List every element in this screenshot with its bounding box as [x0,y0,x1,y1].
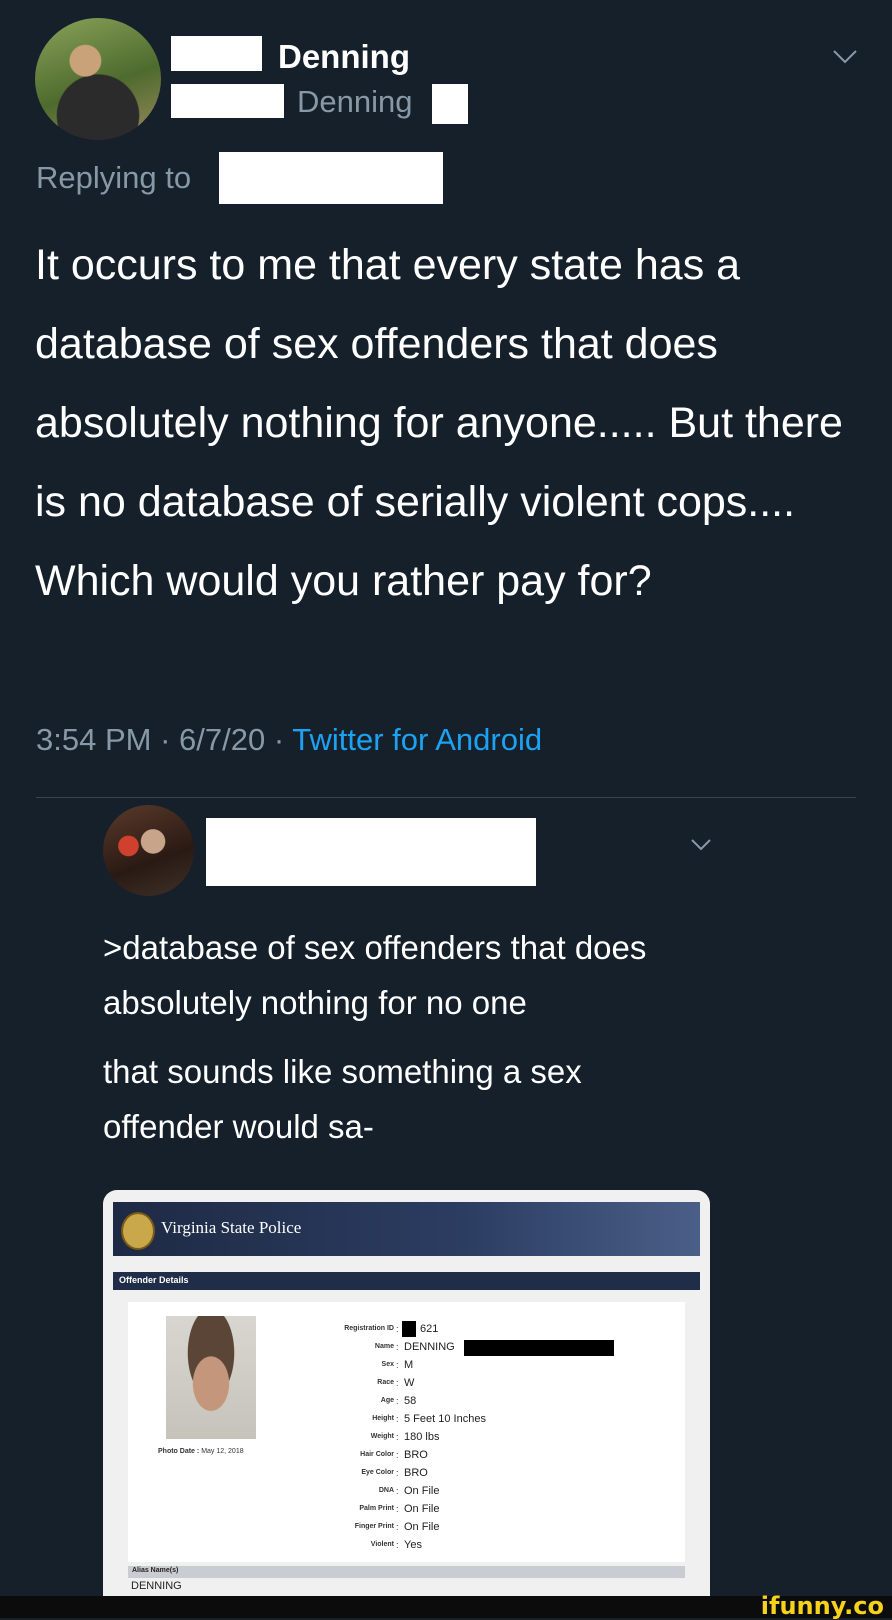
field-value: BRO [404,1467,428,1479]
field-label: Age [380,1397,394,1404]
tweet-text: It occurs to me that every state has a d… [35,241,843,605]
field-row: Palm Print: On File [278,1500,486,1518]
vsp-header: Virginia State Police [113,1202,700,1256]
meta-separator: · [273,722,285,757]
field-value: M [404,1359,414,1371]
replying-to-label: Replying to [36,160,192,195]
redaction-box [171,84,284,118]
redaction-box [432,84,468,124]
field-row: Eye Color: BRO [278,1464,486,1482]
field-value: Yes [404,1539,422,1551]
alias-value: DENNING [131,1580,182,1592]
field-row: DNA: On File [278,1482,486,1500]
field-row: Age:58 [278,1392,486,1410]
photo-date-label: Photo Date : [158,1448,200,1455]
reply-text-line: >database of sex offenders that does abs… [103,929,647,1021]
alias-bar: Alias Name(s) [128,1566,685,1578]
offender-fields: Registration ID:621 Name: DENNING Sex: M R… [278,1320,486,1554]
field-row: Sex: M [278,1356,486,1374]
field-value: On File [404,1503,440,1515]
field-label: Hair Color [360,1451,394,1458]
field-label: Name [374,1343,394,1350]
author-handle[interactable]: Denning [297,84,412,120]
field-row: Race: W [278,1374,486,1392]
field-value: On File [404,1485,440,1497]
field-label: DNA [378,1487,394,1494]
attached-image[interactable]: Virginia State Police Offender Details P… [103,1190,710,1600]
field-label: Weight [370,1433,394,1440]
offender-panel: Photo Date : May 12, 2018 Registration I… [128,1302,685,1562]
redaction-box [171,36,262,71]
field-label: Finger Print [354,1523,394,1530]
field-row: Weight:180 lbs [278,1428,486,1446]
offender-details-label: Offender Details [119,1275,189,1285]
mugshot-photo [166,1316,256,1439]
field-row: Hair Color: BRO [278,1446,486,1464]
divider [36,797,856,798]
field-row: Violent: Yes [278,1536,486,1554]
reply-author-avatar[interactable] [103,805,194,896]
tweet-meta: 3:54 PM · 6/7/20 · Twitter for Android [36,722,542,758]
field-row: Height:5 Feet 10 Inches [278,1410,486,1428]
redaction-box [206,818,536,886]
author-display-name[interactable]: Denning [278,38,410,76]
tweet-source-link[interactable]: Twitter for Android [292,722,542,757]
field-label: Violent [370,1541,394,1548]
footer-bar: ifunny.co [0,1592,892,1620]
field-label: Height [372,1415,394,1422]
field-value: On File [404,1521,440,1533]
field-label: Sex [381,1361,394,1368]
field-label: Palm Print [359,1505,394,1512]
photo-date-value: May 12, 2018 [201,1448,244,1455]
watermark: ifunny.co [760,1592,884,1620]
field-row: Registration ID:621 [278,1320,486,1338]
field-value: DENNING [404,1341,455,1353]
tweet-date: 6/7/20 [179,722,266,757]
meta-separator: · [160,722,171,757]
alias-label: Alias Name(s) [132,1567,179,1574]
field-value: 180 lbs [404,1431,440,1443]
vsp-title: Virginia State Police [161,1218,302,1237]
police-badge-icon [121,1212,155,1250]
tweet-time: 3:54 PM [36,722,152,757]
field-label: Race [377,1379,394,1386]
chevron-down-icon[interactable] [831,42,859,73]
field-value: BRO [404,1449,428,1461]
redaction-box [464,1340,614,1356]
author-avatar[interactable] [35,18,161,140]
redaction-box [402,1321,416,1337]
field-label: Registration ID [344,1325,394,1332]
redaction-box [219,152,443,204]
field-row: Finger Print: On File [278,1518,486,1536]
field-row: Name: DENNING [278,1338,486,1356]
field-value: W [404,1377,415,1389]
field-label: Eye Color [361,1469,394,1476]
field-value: 5 Feet 10 Inches [404,1413,486,1425]
field-value: 58 [404,1395,417,1407]
photo-date: Photo Date : May 12, 2018 [158,1448,244,1455]
chevron-down-icon[interactable] [690,828,712,859]
reply-text-line: that sounds like something a sex offende… [103,1053,582,1145]
reply-text: >database of sex offenders that does abs… [103,920,703,1154]
offender-details-bar: Offender Details [113,1272,700,1290]
